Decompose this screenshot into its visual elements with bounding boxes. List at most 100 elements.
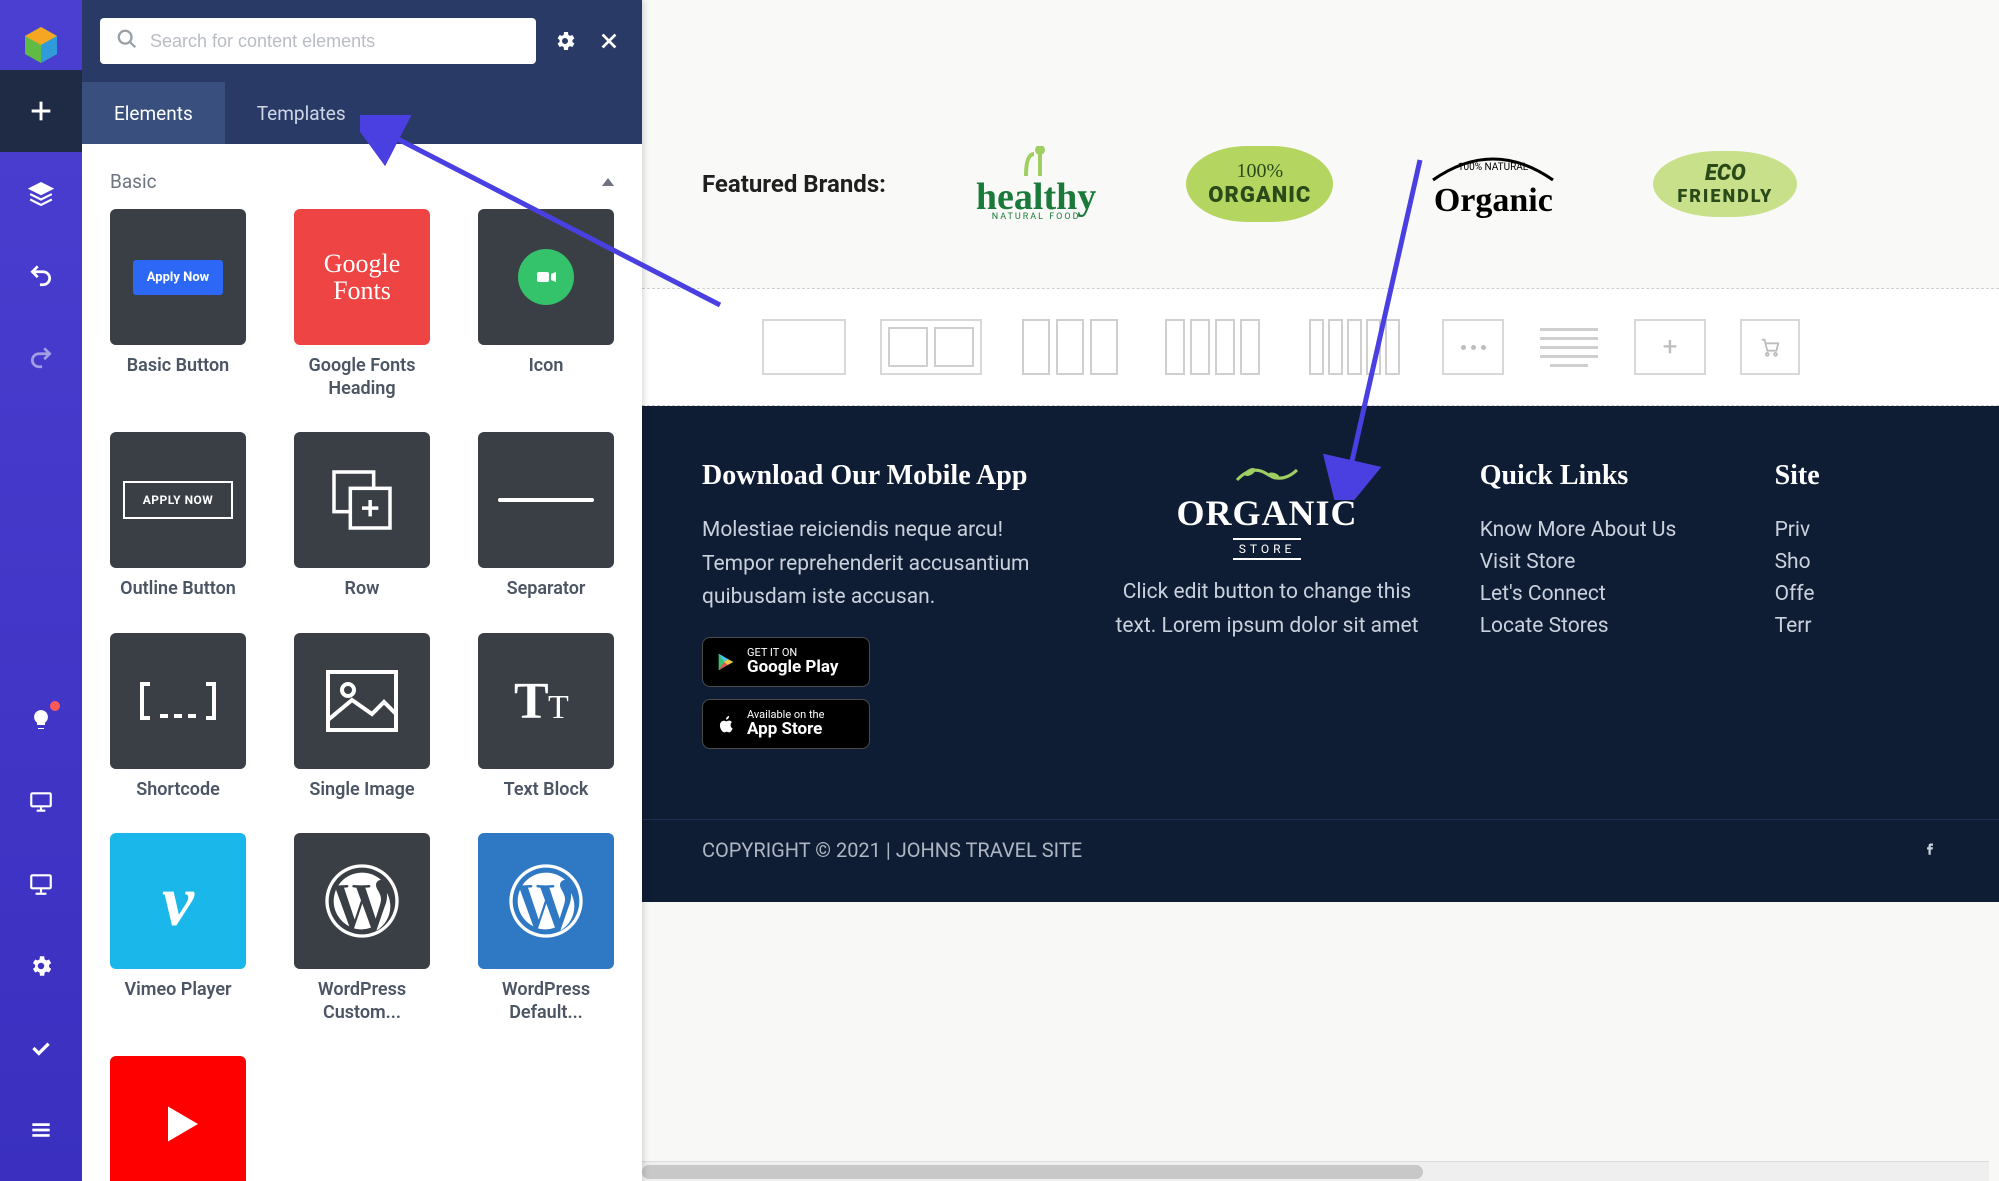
group-label: Basic [110,170,157,193]
toolbar-redo-button[interactable] [0,316,82,398]
footer-col-3: Quick Links Know More About Us Visit Sto… [1480,460,1715,749]
element-label: Separator [507,578,586,601]
element-youtube[interactable] [106,1056,250,1181]
wordpress-blue-icon [478,833,614,969]
brand3-top-text: 100% NATURAL [1458,162,1529,173]
logo-sub: STORE [1233,538,1302,560]
search-input[interactable] [150,31,520,52]
horizontal-scrollbar[interactable] [642,1161,1989,1181]
toolbar-undo-button[interactable] [0,234,82,316]
panel-body[interactable]: Basic Apply Now Basic Button GoogleFonts… [82,144,642,1181]
layout-4col[interactable] [1158,319,1266,375]
layout-5col[interactable] [1300,319,1408,375]
link-locate[interactable]: Locate Stores [1480,610,1715,642]
tab-templates[interactable]: Templates [225,82,378,144]
elements-panel: Elements Templates Basic Apply Now Basic… [82,0,642,1181]
link-priv[interactable]: Priv [1775,514,1939,546]
element-vimeo-player[interactable]: v Vimeo Player [106,833,250,1024]
apple-icon [715,712,737,736]
footer-col-1: Download Our Mobile App Molestiae reicie… [702,460,1054,749]
google-play-badge[interactable]: GET IT ONGoogle Play [702,637,870,687]
brand2-main: ORGANIC [1208,183,1311,208]
brand4-main: FRIENDLY [1677,186,1773,207]
logo-name: ORGANIC [1114,492,1419,534]
layout-text[interactable] [1538,319,1600,375]
brand-eco-logo: ECO FRIENDLY [1653,140,1797,228]
google-text-2: Fonts [324,277,401,304]
image-preview-icon [294,633,430,769]
app-logo-icon [16,20,66,70]
link-connect[interactable]: Let's Connect [1480,578,1715,610]
element-basic-button[interactable]: Apply Now Basic Button [106,209,250,400]
layout-1col[interactable] [762,319,846,375]
panel-settings-button[interactable] [550,26,580,56]
basic-button-preview: Apply Now [133,260,223,295]
play-icon [715,650,737,674]
group-header-basic[interactable]: Basic [106,162,618,209]
wordpress-icon [294,833,430,969]
brand-healthy-logo: healthy NATURAL FOOD [976,140,1096,228]
element-label: Shortcode [136,779,220,802]
scrollbar-thumb[interactable] [642,1165,1423,1179]
element-separator[interactable]: Separator [474,432,618,601]
page-footer: Download Our Mobile App Molestiae reicie… [642,406,1999,819]
element-wordpress-custom[interactable]: WordPress Custom... [290,833,434,1024]
element-label: Row [345,578,380,601]
toolbar-add-button[interactable] [0,70,82,152]
separator-preview-icon [498,498,593,502]
layout-add[interactable]: + [1634,319,1706,375]
appstore-big: App Store [747,720,824,739]
layout-more[interactable] [1442,319,1504,375]
toolbar-desktop-button[interactable] [0,761,82,843]
link-terr[interactable]: Terr [1775,610,1939,642]
toolbar-menu-button[interactable] [0,1089,82,1171]
element-google-fonts-heading[interactable]: GoogleFonts Google Fonts Heading [290,209,434,400]
brand1-sub: NATURAL FOOD [976,212,1096,222]
link-offe[interactable]: Offe [1775,578,1939,610]
element-wordpress-default[interactable]: WordPress Default... [474,833,618,1024]
google-text-1: Google [324,250,401,277]
link-about[interactable]: Know More About Us [1480,514,1715,546]
element-row[interactable]: Row [290,432,434,601]
toolbar-insights-button[interactable] [0,679,82,761]
youtube-icon [110,1056,246,1181]
brand-organic-logo: 100% ORGANIC [1186,140,1333,228]
element-label: Icon [529,355,564,378]
vimeo-icon: v [110,833,246,969]
link-visit-store[interactable]: Visit Store [1480,546,1715,578]
toolbar-layers-button[interactable] [0,152,82,234]
link-sho[interactable]: Sho [1775,546,1939,578]
element-label: WordPress Custom... [290,979,434,1024]
element-icon[interactable]: Icon [474,209,618,400]
element-label: Basic Button [127,355,229,378]
footer-col-2: ORGANIC STORE Click edit button to chang… [1114,460,1419,749]
element-label: Single Image [309,779,414,802]
element-shortcode[interactable]: Shortcode [106,633,250,802]
panel-tabs: Elements Templates [82,82,642,144]
layout-2col[interactable] [880,319,982,375]
layout-3col[interactable] [1016,319,1124,375]
toolbar-present-button[interactable] [0,843,82,925]
vertical-toolbar [0,0,82,1181]
element-label: Outline Button [120,578,236,601]
svg-text:T: T [514,673,549,730]
element-single-image[interactable]: Single Image [290,633,434,802]
element-outline-button[interactable]: APPLY NOW Outline Button [106,432,250,601]
layout-cart[interactable] [1740,319,1800,375]
copyright-text: COPYRIGHT © 2021 | JOHNS TRAVEL SITE [702,838,1082,862]
panel-close-button[interactable] [594,26,624,56]
toolbar-check-button[interactable] [0,1007,82,1089]
caret-up-icon [602,178,614,186]
app-store-badge[interactable]: Available on theApp Store [702,699,870,749]
outline-button-preview: APPLY NOW [123,481,234,519]
element-text-block[interactable]: TT Text Block [474,633,618,802]
brand-natural-logo: 100% NATURAL Organic [1423,140,1563,228]
toolbar-settings-button[interactable] [0,925,82,1007]
facebook-icon[interactable] [1921,838,1939,862]
video-icon [518,249,574,305]
row-layout-picker: + [642,288,1999,406]
tab-elements[interactable]: Elements [82,82,225,144]
svg-text:T: T [548,689,569,726]
canvas-area[interactable]: Featured Brands: healthy NATURAL FOOD 10… [642,0,1999,1181]
footer-col2-text: Click edit button to change this text. L… [1114,576,1419,643]
